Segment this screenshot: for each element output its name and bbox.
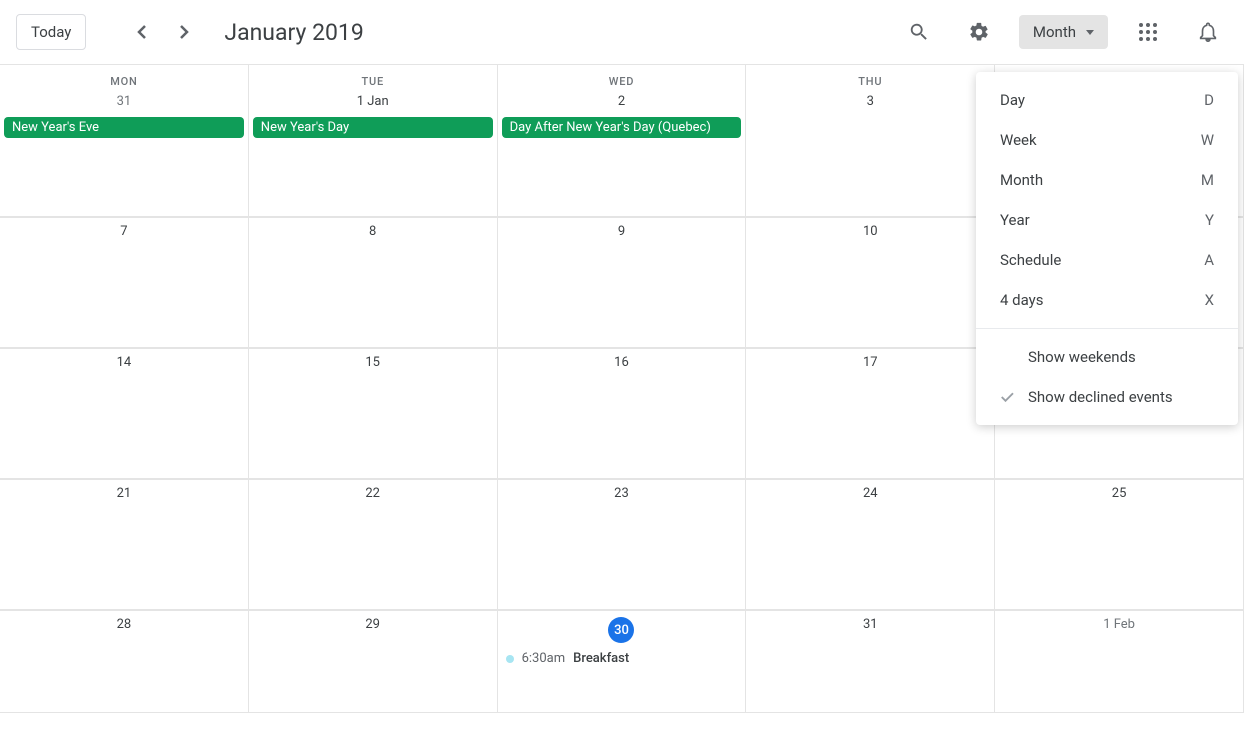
day-number[interactable]: 22 bbox=[249, 480, 497, 507]
apps-grid-icon bbox=[1139, 23, 1157, 41]
day-number[interactable]: 10 bbox=[746, 218, 994, 245]
day-number[interactable]: 31 bbox=[0, 88, 248, 115]
next-month-button[interactable] bbox=[164, 12, 204, 52]
day-number[interactable]: 7 bbox=[0, 218, 248, 245]
toggle-show-declined[interactable]: Show declined events bbox=[976, 377, 1238, 417]
day-cell[interactable]: 24 bbox=[746, 480, 995, 610]
day-number[interactable]: 2 bbox=[498, 88, 746, 115]
day-number[interactable]: 21 bbox=[0, 480, 248, 507]
day-number[interactable]: 1 Feb bbox=[995, 611, 1243, 638]
day-number[interactable]: 14 bbox=[0, 349, 248, 376]
day-cell[interactable]: 15 bbox=[249, 349, 498, 479]
chevron-right-icon bbox=[179, 24, 189, 40]
day-cell[interactable]: 23 bbox=[498, 480, 747, 610]
dropdown-item-year[interactable]: YearY bbox=[976, 200, 1238, 240]
search-button[interactable] bbox=[899, 12, 939, 52]
day-number[interactable]: 24 bbox=[746, 480, 994, 507]
toggle-show-weekends[interactable]: Show weekends bbox=[976, 337, 1238, 377]
day-cell[interactable]: WED 2 Day After New Year's Day (Quebec) bbox=[498, 65, 747, 217]
check-icon bbox=[998, 388, 1016, 406]
search-icon bbox=[908, 21, 930, 43]
day-number[interactable]: 3 bbox=[746, 88, 994, 115]
day-number[interactable]: 1 Jan bbox=[249, 88, 497, 115]
day-number[interactable]: 23 bbox=[498, 480, 746, 507]
day-cell[interactable]: 28 bbox=[0, 611, 249, 713]
day-cell[interactable]: 16 bbox=[498, 349, 747, 479]
gear-icon bbox=[968, 21, 990, 43]
event-day-after-nyd[interactable]: Day After New Year's Day (Quebec) bbox=[502, 117, 742, 138]
weekday-header: WED bbox=[498, 65, 746, 88]
day-cell[interactable]: 21 bbox=[0, 480, 249, 610]
day-cell[interactable]: 8 bbox=[249, 218, 498, 348]
dropdown-item-month[interactable]: MonthM bbox=[976, 160, 1238, 200]
weekday-header: THU bbox=[746, 65, 994, 88]
day-cell[interactable]: 17 bbox=[746, 349, 995, 479]
day-number[interactable]: 25 bbox=[995, 480, 1243, 507]
dropdown-item-4days[interactable]: 4 daysX bbox=[976, 280, 1238, 320]
day-number[interactable]: 28 bbox=[0, 611, 248, 638]
day-number[interactable]: 15 bbox=[249, 349, 497, 376]
day-cell[interactable]: 22 bbox=[249, 480, 498, 610]
day-cell[interactable]: THU 3 bbox=[746, 65, 995, 217]
chevron-left-icon bbox=[137, 24, 147, 40]
day-number[interactable]: 29 bbox=[249, 611, 497, 638]
bell-icon bbox=[1197, 21, 1219, 43]
dropdown-divider bbox=[976, 328, 1238, 329]
chevron-down-icon bbox=[1086, 30, 1094, 35]
notifications-button[interactable] bbox=[1188, 12, 1228, 52]
month-title: January 2019 bbox=[224, 19, 363, 46]
day-number[interactable]: 17 bbox=[746, 349, 994, 376]
day-cell[interactable]: 14 bbox=[0, 349, 249, 479]
day-cell[interactable]: 30 6:30am Breakfast bbox=[498, 611, 747, 713]
event-breakfast[interactable]: 6:30am Breakfast bbox=[498, 649, 746, 668]
dropdown-item-schedule[interactable]: ScheduleA bbox=[976, 240, 1238, 280]
view-selector-button[interactable]: Month bbox=[1019, 15, 1108, 49]
weekday-header: TUE bbox=[249, 65, 497, 88]
day-number[interactable]: 8 bbox=[249, 218, 497, 245]
day-cell[interactable]: 1 Feb bbox=[995, 611, 1244, 713]
event-title: Breakfast bbox=[573, 651, 629, 666]
event-dot-icon bbox=[506, 655, 514, 663]
day-cell[interactable]: 31 bbox=[746, 611, 995, 713]
weekday-header: MON bbox=[0, 65, 248, 88]
apps-button[interactable] bbox=[1128, 12, 1168, 52]
day-cell[interactable]: 7 bbox=[0, 218, 249, 348]
day-cell[interactable]: 25 bbox=[995, 480, 1244, 610]
day-cell[interactable]: MON 31 New Year's Eve bbox=[0, 65, 249, 217]
dropdown-item-day[interactable]: DayD bbox=[976, 80, 1238, 120]
dropdown-item-week[interactable]: WeekW bbox=[976, 120, 1238, 160]
day-cell[interactable]: TUE 1 Jan New Year's Day bbox=[249, 65, 498, 217]
today-button[interactable]: Today bbox=[16, 14, 86, 50]
prev-month-button[interactable] bbox=[122, 12, 162, 52]
event-new-years-day[interactable]: New Year's Day bbox=[253, 117, 493, 138]
day-number[interactable]: 9 bbox=[498, 218, 746, 245]
view-dropdown-menu: DayD WeekW MonthM YearY ScheduleA 4 days… bbox=[976, 72, 1238, 425]
event-time: 6:30am bbox=[522, 651, 566, 666]
day-cell[interactable]: 10 bbox=[746, 218, 995, 348]
day-number[interactable]: 31 bbox=[746, 611, 994, 638]
day-cell[interactable]: 9 bbox=[498, 218, 747, 348]
day-number-today[interactable]: 30 bbox=[498, 611, 746, 649]
settings-button[interactable] bbox=[959, 12, 999, 52]
event-new-years-eve[interactable]: New Year's Eve bbox=[4, 117, 244, 138]
day-cell[interactable]: 29 bbox=[249, 611, 498, 713]
day-number[interactable]: 16 bbox=[498, 349, 746, 376]
view-selector-label: Month bbox=[1033, 23, 1076, 41]
